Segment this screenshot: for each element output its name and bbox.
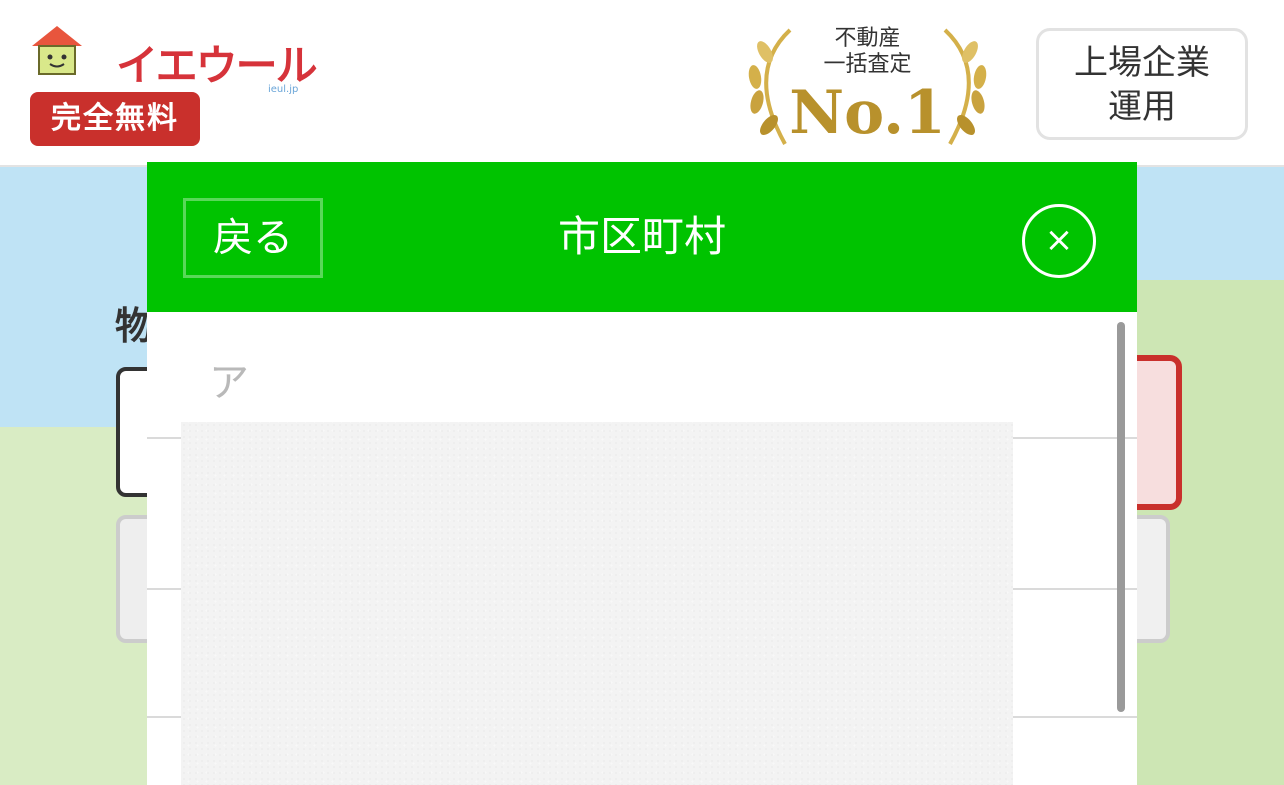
listed-line-2: 運用 bbox=[1108, 87, 1176, 127]
award-line-2: 一括査定 bbox=[823, 52, 912, 77]
close-icon: × bbox=[1044, 220, 1074, 260]
city-select-modal: 戻る 市区町村 × ア bbox=[147, 162, 1137, 785]
award-emblem: 不動産 一括査定 No.1 bbox=[735, 22, 1000, 150]
site-logo[interactable]: イエウール ieul.jp bbox=[28, 24, 338, 95]
award-line-1: 不動産 bbox=[834, 26, 901, 51]
logo-text: イエウール bbox=[116, 41, 318, 90]
free-badge: 完全無料 bbox=[30, 92, 200, 146]
site-header: イエウール ieul.jp 完全無料 不動産 一括査定 No.1 上場企業 運用 bbox=[0, 0, 1284, 167]
redacted-list-items bbox=[181, 422, 1013, 785]
list-scrollbar[interactable] bbox=[1117, 322, 1125, 712]
back-button[interactable]: 戻る bbox=[183, 198, 323, 278]
listed-company-badge[interactable]: 上場企業 運用 bbox=[1036, 28, 1248, 140]
listed-line-1: 上場企業 bbox=[1074, 43, 1210, 83]
close-button[interactable]: × bbox=[1022, 204, 1096, 278]
logo-domain: ieul.jp bbox=[268, 84, 299, 95]
house-mascot-icon bbox=[32, 26, 82, 75]
award-no1: No.1 bbox=[789, 78, 946, 148]
modal-header: 戻る 市区町村 × bbox=[147, 162, 1137, 312]
section-label-a: ア bbox=[209, 360, 249, 406]
